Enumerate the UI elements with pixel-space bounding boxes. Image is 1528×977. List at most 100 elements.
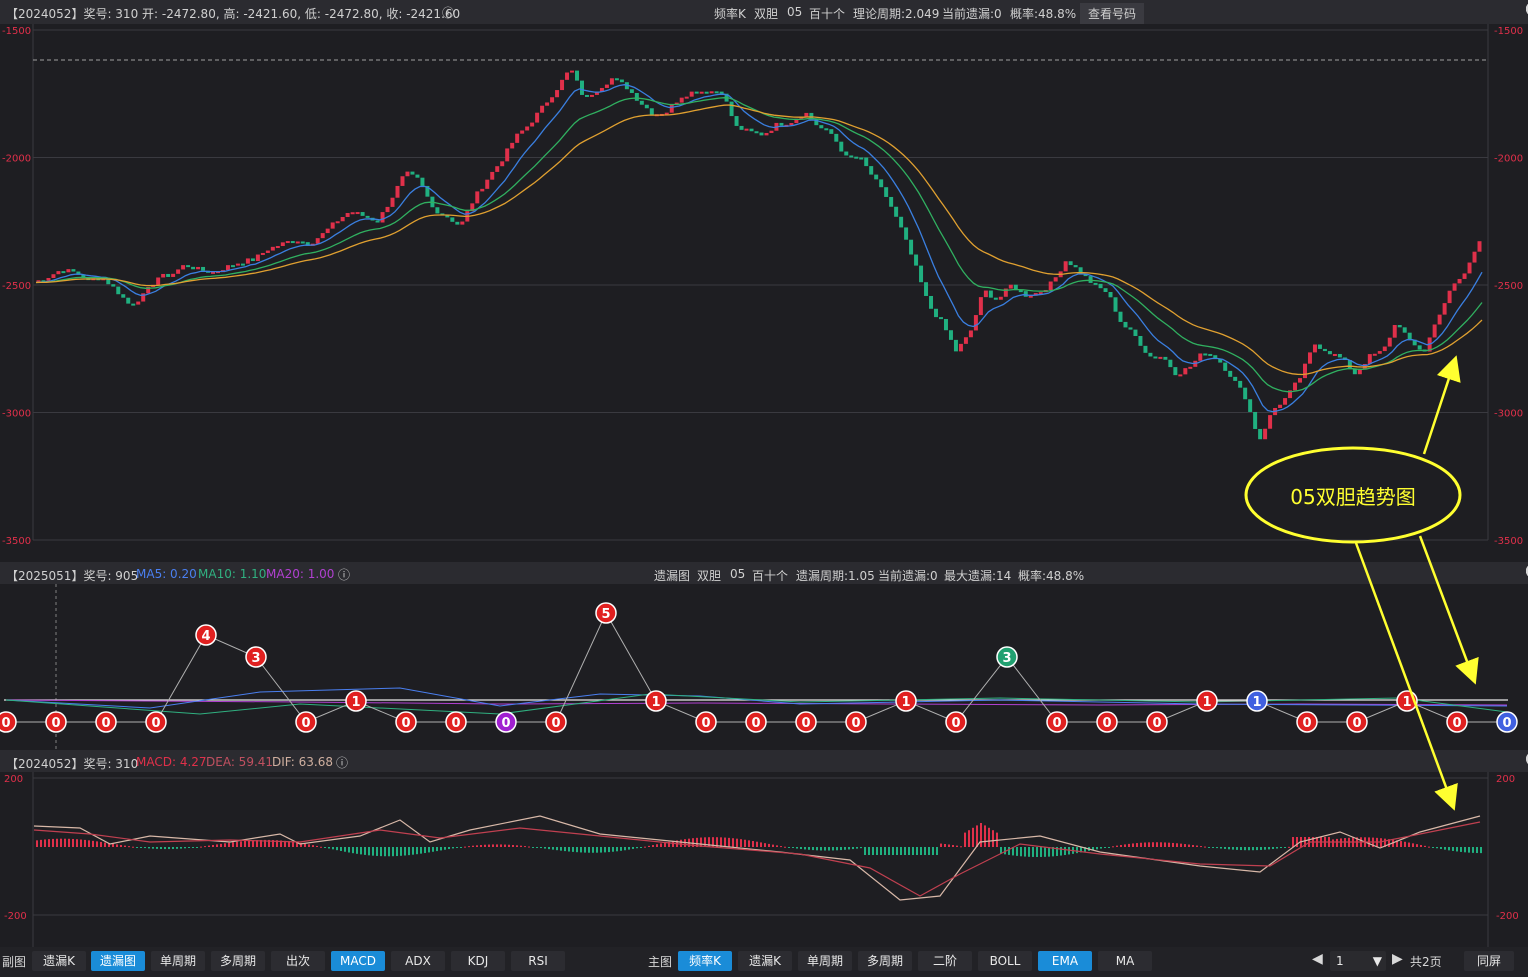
y-tick-label-right: -3000 [1494,409,1523,420]
candle [201,266,206,271]
macd-histogram-bar [1156,842,1158,847]
omission-marker-label: 3 [251,651,260,666]
macd-histogram-bar [732,838,734,847]
candle [350,212,355,215]
sync-screen-button[interactable]: 同屏 [1464,951,1514,971]
macd-histogram-bar [1020,847,1022,857]
candle [225,265,230,271]
sub-chart-button[interactable]: KDJ [451,951,505,971]
help-icon[interactable]: ⓘ [336,754,348,771]
candle [714,91,719,94]
macd-histogram-bar [672,841,674,847]
macd-histogram-bar [1400,841,1402,847]
candle [1088,276,1093,283]
candle [196,266,201,270]
macd-histogram-bar [344,847,346,852]
macd-chart[interactable]: 200 200 -200 -200 [0,772,1528,947]
sub-chart-button[interactable]: MACD [331,951,385,971]
candle [1208,353,1213,356]
macd-histogram-bar [356,847,358,854]
macd-histogram-bar [608,847,610,853]
macd-histogram-bar [1204,846,1206,848]
macd-histogram-bar [1060,847,1062,856]
main-chart-button[interactable]: 单周期 [798,951,852,971]
sub-chart-button[interactable]: 出次 [271,951,325,971]
candle [859,157,864,160]
main-chart-header: 【2024052】奖号: 310 开: -2472.80, 高: -2421.6… [0,0,1528,24]
macd-histogram-bar [236,841,238,847]
macd-value: MACD: 4.27 [136,755,207,769]
sub-chart-button[interactable]: ADX [391,951,445,971]
main-chart-button[interactable]: BOLL [978,951,1032,971]
macd-histogram-bar [1232,847,1234,850]
sub-chart-button[interactable]: 遗漏图 [91,951,145,971]
macd-histogram-bar [1476,847,1478,854]
macd-histogram-bar [560,847,562,851]
macd-histogram-bar [144,847,146,849]
help-icon[interactable]: ⓘ [442,4,454,21]
omission-info: 【2025051】奖号: 905 [6,569,139,583]
sub-chart-button[interactable]: 单周期 [151,951,205,971]
omission-marker-label: 0 [451,716,460,731]
view-numbers-button[interactable]: 查看号码 [1080,3,1145,24]
omission-marker-label: 0 [1502,716,1511,731]
candle [1312,344,1317,353]
next-page-icon[interactable]: ▶ [1392,951,1403,967]
candle [415,174,420,178]
dea-value: DEA: 59.41 [206,755,274,769]
macd-histogram-bar [832,847,834,851]
page-select[interactable]: 1 ▼ [1330,951,1386,971]
macd-histogram-bar [648,845,650,847]
candle [555,90,560,98]
omission-current: 当前遗漏:0 [878,569,938,583]
candle [230,265,235,268]
macd-histogram-bar [1412,843,1414,847]
sub-chart-button[interactable]: RSI [511,951,565,971]
main-chart-button[interactable]: 多周期 [858,951,912,971]
candle [749,128,754,132]
macd-histogram-bar [844,847,846,850]
candle [245,258,250,264]
main-chart-button[interactable]: 频率K [678,951,732,971]
y-tick-label-right: 200 [1496,774,1515,785]
macd-histogram-bar [884,847,886,855]
main-chart[interactable]: -1500 -1500 -2000 -2000 -2500 -2500 -3000 -3000… [0,24,1528,562]
candle [275,246,280,249]
macd-histogram-bar [1148,842,1150,847]
main-chart-button[interactable]: 二阶 [918,951,972,971]
main-chart-button[interactable]: MA [1098,951,1152,971]
candle [1148,352,1153,357]
sub-chart-button[interactable]: 遗漏K [32,951,86,971]
prev-page-icon[interactable]: ◀ [1312,951,1323,967]
candle [435,207,440,214]
macd-histogram-bar [180,847,182,849]
macd-histogram-bar [1248,847,1250,851]
macd-histogram-bar [328,847,330,849]
candle [943,318,948,331]
candle [280,242,285,247]
macd-histogram-bar [780,846,782,848]
macd-histogram-bar [416,847,418,855]
help-icon[interactable]: ⓘ [338,566,350,583]
macd-histogram-bar [620,847,622,851]
omission-chart[interactable]: 0 0 0 043010 0 0 0510 0 0 01030 0 01 10 010 0 [0,584,1528,750]
macd-histogram-bar [424,847,426,854]
candle [156,277,161,285]
main-chart-button[interactable]: 遗漏K [738,951,792,971]
macd-histogram-bar [1460,847,1462,852]
macd-histogram-bar [1136,843,1138,847]
macd-histogram-bar [36,840,38,847]
macd-histogram-bar [1380,838,1382,847]
candle [46,277,51,281]
ma20-value: MA20: 1.00 [266,567,335,581]
macd-histogram-bar [476,845,478,847]
candle [420,177,425,186]
macd-histogram-bar [1424,845,1426,847]
ma-orange-line [35,104,1483,376]
macd-histogram-bar [332,847,334,850]
main-chart-button[interactable]: EMA [1038,951,1092,971]
candle [240,263,245,266]
sub-chart-button[interactable]: 多周期 [211,951,265,971]
macd-histogram-bar [1264,847,1266,850]
macd-histogram-bar [656,844,658,847]
